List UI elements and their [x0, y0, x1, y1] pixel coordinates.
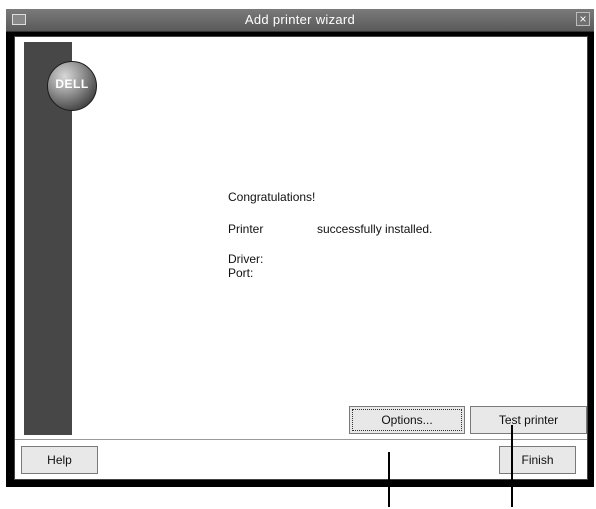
test-printer-button[interactable]: Test printer	[470, 406, 587, 434]
driver-label: Driver:	[228, 252, 264, 266]
port-label: Port:	[228, 266, 254, 280]
close-button[interactable]: ×	[576, 12, 590, 26]
wizard-window: Add printer wizard × DELL Congratulation…	[6, 9, 594, 487]
options-callout-line	[388, 452, 390, 507]
printer-status: successfully installed.	[317, 222, 433, 236]
button-separator	[15, 439, 587, 440]
wizard-client-area: DELL Congratulations! Printer successful…	[14, 36, 588, 480]
options-button[interactable]: Options...	[349, 406, 465, 434]
logo-text: DELL	[55, 77, 89, 91]
title-bar[interactable]: Add printer wizard ×	[6, 9, 594, 32]
options-button-label: Options...	[352, 409, 462, 431]
dell-logo: DELL	[47, 61, 97, 111]
congratulations-text: Congratulations!	[228, 190, 316, 204]
window-title: Add printer wizard	[244, 12, 356, 27]
printer-label: Printer	[228, 222, 264, 236]
help-button[interactable]: Help	[21, 446, 98, 474]
test-printer-callout-line	[511, 425, 513, 507]
